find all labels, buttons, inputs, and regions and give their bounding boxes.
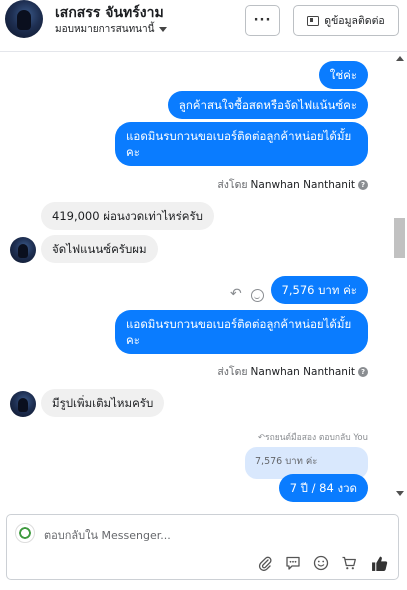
react-emoji-icon[interactable] — [251, 289, 264, 302]
customer-avatar[interactable] — [5, 0, 43, 38]
message-outgoing[interactable]: ลูกค้าสนใจซื้อสดหรือจัดไฟแน้นซ์คะ — [167, 91, 368, 119]
message-incoming[interactable]: มีรูปเพิ่มเติมไหมครับ — [41, 389, 165, 417]
thumbs-up-icon[interactable] — [370, 554, 388, 572]
customer-avatar-small — [10, 391, 36, 417]
message-incoming[interactable]: 419,000 ผ่อนงวดเท่าไหร่ครับ — [41, 202, 214, 230]
emoji-icon[interactable] — [312, 554, 330, 572]
sent-by-prefix: ส่งโดย — [217, 366, 248, 378]
message-outgoing[interactable]: ใช่ค่ะ — [318, 61, 368, 89]
sent-by-line: ส่งโดย Nanwhan Nanthanit ? — [217, 363, 368, 380]
more-options-button[interactable]: ··· — [245, 5, 280, 36]
reply-icon[interactable]: ↶ — [230, 286, 242, 302]
message-thread[interactable]: ใช่ค่ะ ลูกค้าสนใจซื้อสดหรือจัดไฟแน้นซ์คะ… — [0, 52, 391, 502]
scroll-up-arrow-icon[interactable] — [396, 56, 404, 61]
page-avatar — [15, 523, 35, 543]
scroll-down-arrow-icon[interactable] — [396, 491, 404, 496]
info-icon[interactable]: ? — [358, 366, 368, 377]
assign-label: มอบหมายการสนทนานี้ — [55, 24, 155, 35]
message-composer[interactable]: ตอบกลับใน Messenger... — [6, 514, 399, 580]
sent-by-prefix: ส่งโดย — [217, 179, 248, 191]
contact-card-icon — [307, 15, 320, 26]
customer-name[interactable]: เสกสรร จันทร์งาม — [55, 2, 164, 24]
message-outgoing[interactable]: แอดมินรบกวนขอเบอร์ติดต่อลูกค้าหน่อยได้มั… — [115, 310, 368, 354]
paperclip-icon[interactable] — [256, 554, 274, 572]
sent-by-name: Nanwhan Nanthanit — [250, 365, 355, 378]
view-contact-info-button[interactable]: ดูข้อมูลติดต่อ — [293, 5, 399, 36]
scrollbar[interactable] — [392, 52, 407, 502]
message-outgoing[interactable]: 7,576 บาท ค่ะ — [270, 276, 368, 304]
assign-conversation-dropdown[interactable]: มอบหมายการสนทนานี้ — [55, 22, 168, 37]
info-icon[interactable]: ? — [358, 179, 368, 190]
chevron-down-icon — [159, 27, 168, 32]
view-contact-info-label: ดูข้อมูลติดต่อ — [324, 15, 385, 27]
sent-by-name: Nanwhan Nanthanit — [250, 178, 355, 191]
sent-by-line: ส่งโดย Nanwhan Nanthanit ? — [217, 176, 368, 193]
conversation-header: เสกสรร จันทร์งาม มอบหมายการสนทนานี้ ··· … — [0, 0, 407, 52]
customer-avatar-small — [10, 237, 36, 263]
message-input[interactable]: ตอบกลับใน Messenger... — [44, 526, 171, 544]
scrollbar-thumb[interactable] — [394, 218, 405, 258]
message-outgoing[interactable]: 7 ปี / 84 งวด — [278, 474, 368, 502]
message-incoming[interactable]: จัดไฟแนนซ์ครับผม — [41, 235, 158, 263]
reply-context-label: ↶รถยนต์มือสอง ตอบกลับ You — [257, 433, 368, 443]
message-outgoing[interactable]: แอดมินรบกวนขอเบอร์ติดต่อลูกค้าหน่อยได้มั… — [115, 122, 368, 166]
more-icon: ··· — [253, 13, 272, 28]
cart-icon[interactable] — [340, 554, 358, 572]
chat-bubble-icon[interactable] — [284, 554, 302, 572]
